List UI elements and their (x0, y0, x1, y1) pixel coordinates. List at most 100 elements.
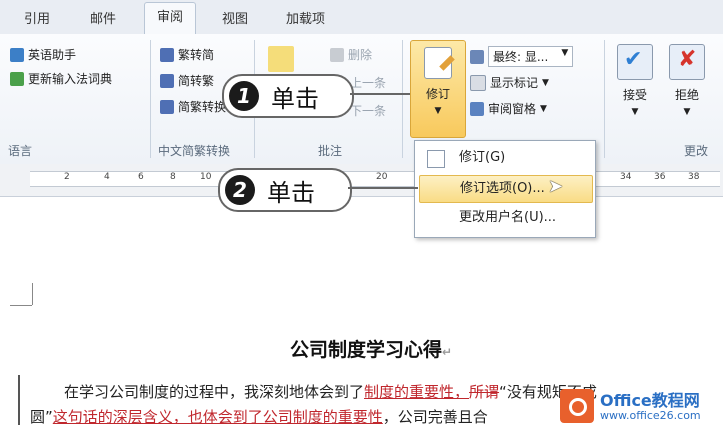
track-changes-icon (424, 47, 455, 79)
chevron-down-icon: ▼ (561, 48, 569, 58)
new-comment-button[interactable] (268, 46, 294, 72)
document-paragraph-line2[interactable]: 圆”这句话的深层含义，也体会到了公司制度的重要性，公司完善且合 (30, 406, 488, 427)
dictionary-icon (10, 71, 24, 86)
pencil-icon (439, 55, 455, 71)
reject-label: 拒绝 (674, 88, 699, 102)
ruler-band (30, 171, 720, 187)
new-comment-icon (268, 46, 294, 72)
simplified-to-traditional-label: 简转繁 (178, 74, 215, 88)
chinese-conversion-button[interactable]: 简繁转换 (160, 98, 226, 115)
english-assistant-label: 英语助手 (28, 48, 77, 62)
traditional-to-simplified-button[interactable]: 繁转简 (160, 46, 214, 63)
convert-icon (160, 73, 174, 88)
convert-icon (160, 47, 174, 62)
convert-icon (160, 99, 174, 114)
step-callout-1: 1 单击 (222, 74, 354, 118)
chevron-down-icon: ▼ (631, 107, 639, 117)
tab-view[interactable]: 视图 (222, 8, 248, 27)
traditional-to-simplified-label: 繁转简 (178, 48, 215, 62)
ruler-tick: 20 (376, 172, 388, 182)
update-ime-dictionary-label: 更新输入法词典 (28, 72, 113, 86)
track-changes-icon (427, 150, 445, 168)
previous-comment-button[interactable]: 上一条 (350, 74, 386, 91)
menu-item-change-username[interactable]: 更改用户名(U)... (419, 205, 591, 231)
display-for-review-dropdown[interactable]: 最终: 显... ▼ (470, 46, 574, 67)
group-separator (150, 40, 151, 158)
ruler-tick: 36 (654, 172, 666, 182)
next-comment-button[interactable]: 下一条 (350, 102, 386, 119)
step-callout-2: 2 单击 (218, 168, 352, 212)
tab-mailings[interactable]: 邮件 (90, 8, 116, 27)
track-changes-label: 修订 (425, 87, 450, 101)
show-markup-button[interactable]: 显示标记 ▼ (470, 74, 549, 91)
menu-item-label: 修订选项(O)... (460, 181, 545, 196)
document-title: 公司制度学习心得↵ (290, 335, 452, 362)
accept-icon: ✔ (617, 44, 653, 80)
reject-icon: ✘ (669, 44, 705, 80)
deleted-text: 所谓 (469, 383, 500, 401)
next-comment-label: 下一条 (350, 104, 387, 118)
update-ime-dictionary-button[interactable]: 更新输入法词典 (10, 70, 112, 87)
chevron-down-icon: ▼ (542, 77, 549, 88)
menu-item-label: 更改用户名(U)... (459, 210, 557, 225)
cursor-arrow-icon: ➤ (548, 176, 564, 197)
display-review-select[interactable]: 最终: 显... ▼ (488, 46, 574, 67)
text-run: ，公司完善且合 (382, 408, 488, 426)
tab-references[interactable]: 引用 (24, 8, 50, 27)
tab-review[interactable]: 审阅 (144, 2, 197, 35)
ruler-tick: 38 (688, 172, 700, 182)
chevron-down-icon: ▼ (683, 107, 691, 117)
chevron-down-icon: ▼ (434, 106, 442, 116)
menu-item-label: 修订(G) (459, 150, 506, 165)
accept-button[interactable]: ✔ 接受 ▼ (612, 44, 658, 117)
x-icon: ✘ (678, 47, 697, 72)
step-number: 2 (225, 175, 255, 205)
ribbon-tab-bar: 引用 邮件 审阅 视图 加载项 (0, 0, 723, 35)
callout-connector (350, 93, 410, 95)
text-run: 在学习公司制度的过程中，我深刻地体会到了 (64, 383, 365, 401)
office-logo-ring (569, 398, 587, 416)
document-title-text: 公司制度学习心得 (290, 339, 443, 361)
menu-item-track-changes[interactable]: 修订(G) (419, 145, 591, 171)
previous-comment-label: 上一条 (350, 76, 387, 90)
english-assistant-icon (10, 47, 24, 62)
inserted-text: 制度的重要性， (364, 383, 470, 401)
horizontal-ruler[interactable]: 2 4 6 8 10 20 34 36 38 (0, 164, 723, 197)
group-label-comments: 批注 (318, 144, 343, 158)
reject-button[interactable]: ✘ 拒绝 ▼ (664, 44, 710, 117)
review-pane-button[interactable]: 审阅窗格 ▼ (470, 100, 547, 117)
group-separator (402, 40, 403, 158)
document-paragraph-line1[interactable]: 在学习公司制度的过程中，我深刻地体会到了制度的重要性，所谓“没有规矩不成 (64, 381, 597, 402)
step-text: 单击 (267, 178, 315, 207)
logo-brand-text: Office教程网 (600, 391, 700, 410)
watermark-logo: Office教程网 www.office26.com (560, 385, 720, 429)
ribbon: 英语助手 更新输入法词典 语言 繁转简 简转繁 简繁转换 中文简繁转换 删除 上… (0, 34, 723, 165)
delete-comment-button[interactable]: 删除 (330, 46, 372, 63)
simplified-to-traditional-button[interactable]: 简转繁 (160, 72, 214, 89)
group-label-language: 语言 (8, 144, 33, 158)
ruler-tick: 4 (104, 172, 110, 182)
inserted-text: 这句话的深层含义，也体会到了公司制度的重要性 (52, 408, 383, 426)
review-pane-icon (470, 101, 484, 116)
review-pane-label: 审阅窗格 (488, 102, 537, 116)
tab-addins[interactable]: 加载项 (286, 8, 325, 27)
display-review-icon (470, 49, 484, 64)
menu-item-track-changes-options[interactable]: 修订选项(O)... ➤ (419, 175, 593, 203)
ruler-tick: 34 (620, 172, 632, 182)
callout-connector (348, 187, 418, 189)
display-review-value: 最终: 显... (493, 50, 549, 64)
ruler-tick: 8 (170, 172, 176, 182)
ruler-tick: 10 (200, 172, 212, 182)
track-changes-button[interactable]: 修订 ▼ (410, 40, 466, 138)
accept-label: 接受 (622, 88, 647, 102)
step-text: 单击 (271, 84, 319, 113)
english-assistant-button[interactable]: 英语助手 (10, 46, 76, 63)
group-label-changes: 更改 (684, 144, 709, 158)
delete-comment-label: 删除 (348, 48, 373, 62)
step-number: 1 (229, 81, 259, 111)
group-separator (604, 40, 605, 158)
group-label-chinese: 中文简繁转换 (158, 144, 231, 158)
text-run: 圆” (30, 408, 53, 426)
office-logo-icon (560, 389, 594, 423)
chinese-conversion-label: 简繁转换 (178, 100, 227, 114)
